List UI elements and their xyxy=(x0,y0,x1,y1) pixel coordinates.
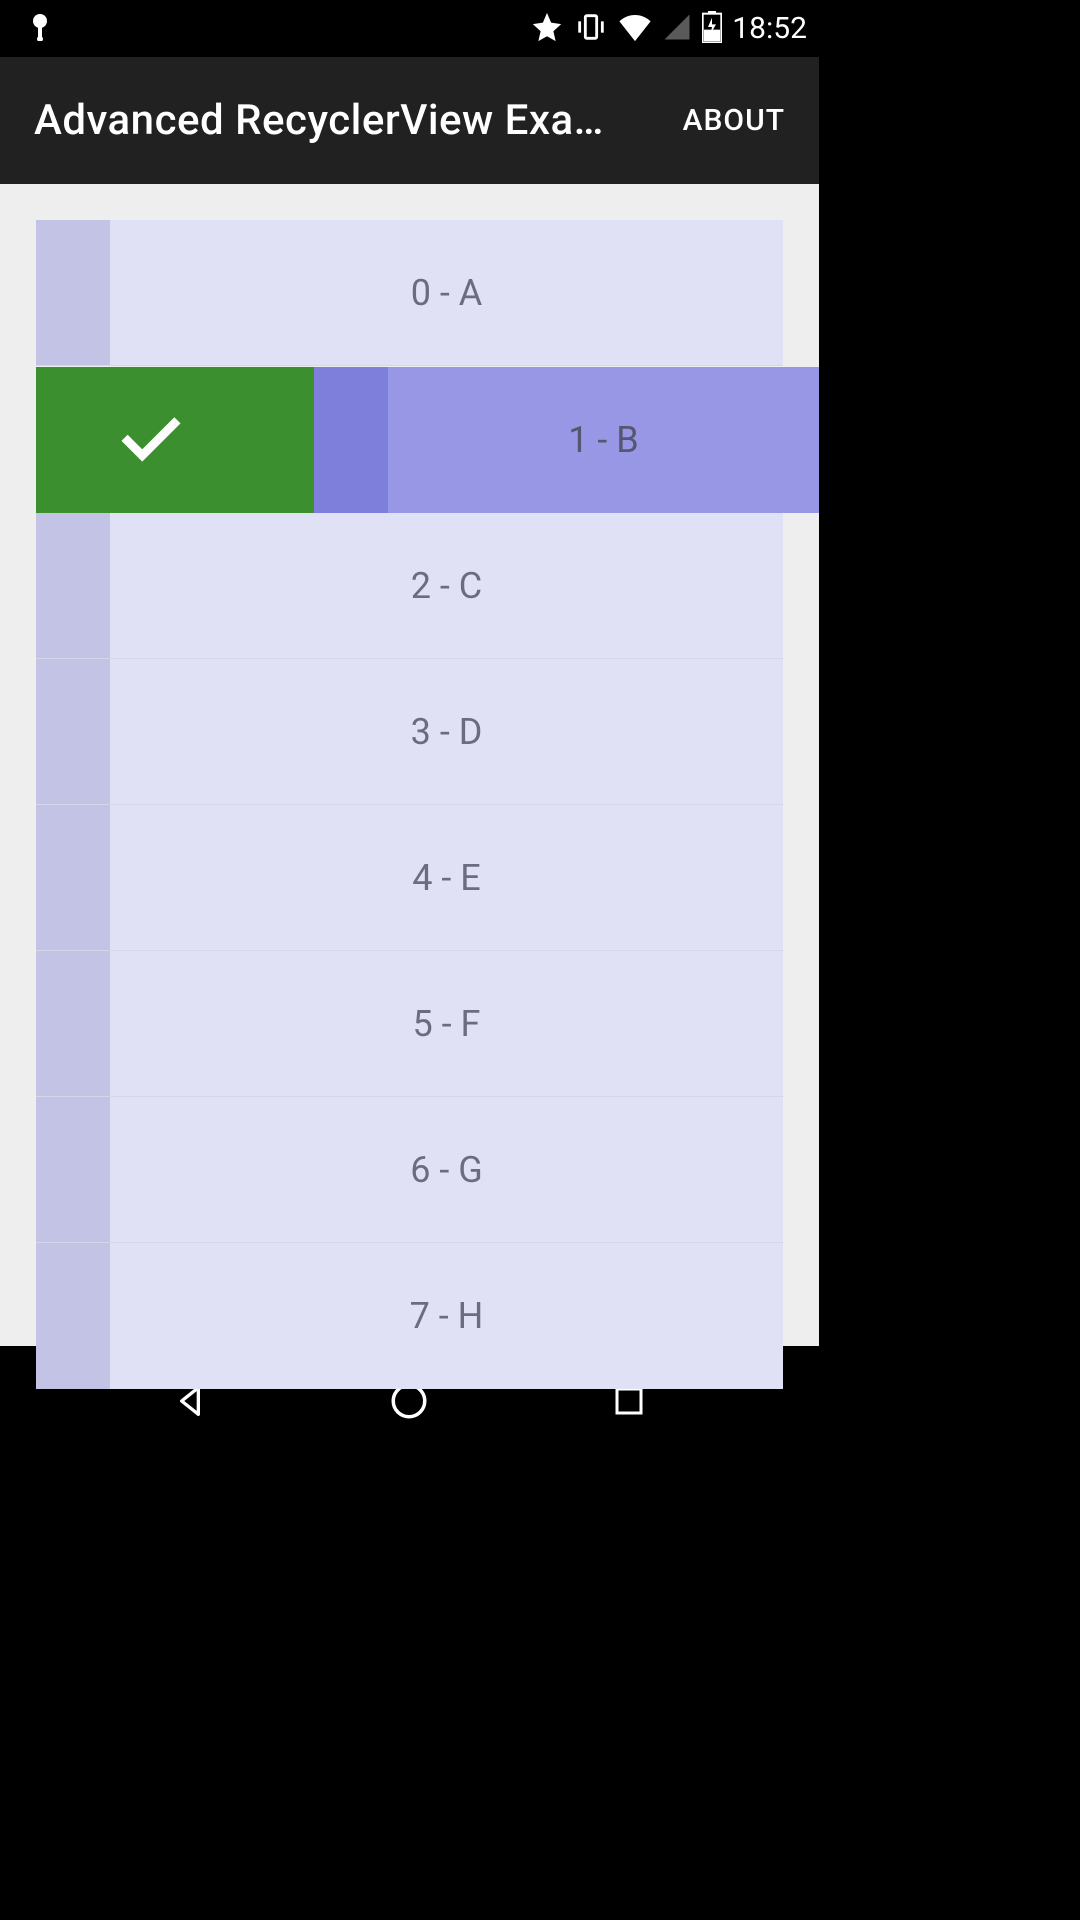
item-body[interactable]: 1 - B xyxy=(388,367,819,513)
drag-handle[interactable] xyxy=(36,1097,110,1242)
status-bar: 18:52 xyxy=(0,0,819,57)
list-item[interactable]: 4 - E xyxy=(36,805,783,951)
about-button[interactable]: ABOUT xyxy=(683,103,785,138)
app-bar: Advanced RecyclerView Exa… ABOUT xyxy=(0,57,819,184)
list-item[interactable]: 2 - C xyxy=(36,513,783,659)
signal-icon xyxy=(662,12,692,46)
item-body[interactable]: 4 - E xyxy=(110,805,783,950)
item-body[interactable]: 5 - F xyxy=(110,951,783,1096)
page-title: Advanced RecyclerView Exa… xyxy=(34,96,604,145)
drag-handle[interactable] xyxy=(314,367,388,513)
drag-handle[interactable] xyxy=(36,513,110,658)
drag-handle[interactable] xyxy=(36,1243,110,1389)
content-area: 0 - A 2 - C 3 - D 4 - E 5 - F xyxy=(0,184,819,1346)
star-icon xyxy=(530,10,564,48)
item-body[interactable]: 6 - G xyxy=(110,1097,783,1242)
item-body[interactable]: 7 - H xyxy=(110,1243,783,1389)
item-label: 0 - A xyxy=(411,272,483,314)
item-label: 3 - D xyxy=(411,711,483,753)
drag-handle[interactable] xyxy=(36,220,110,365)
check-icon xyxy=(116,403,186,477)
item-label: 1 - B xyxy=(568,419,638,461)
battery-charging-icon xyxy=(702,11,722,47)
item-label: 5 - F xyxy=(413,1003,481,1045)
list-item[interactable]: 3 - D xyxy=(36,659,783,805)
status-time: 18:52 xyxy=(732,11,811,46)
wifi-icon xyxy=(618,12,652,46)
item-body[interactable]: 0 - A xyxy=(110,220,783,365)
item-label: 7 - H xyxy=(410,1295,484,1337)
item-label: 2 - C xyxy=(411,565,482,607)
list-item[interactable]: 0 - A xyxy=(36,220,783,366)
list-item[interactable]: 5 - F xyxy=(36,951,783,1097)
item-body[interactable]: 2 - C xyxy=(110,513,783,658)
item-label: 4 - E xyxy=(412,857,481,899)
swipe-action-complete[interactable] xyxy=(36,367,314,513)
list-item[interactable]: 1 - B xyxy=(314,367,819,513)
drag-handle[interactable] xyxy=(36,951,110,1096)
vibrate-icon xyxy=(574,10,608,48)
item-label: 6 - G xyxy=(410,1149,483,1191)
drag-handle[interactable] xyxy=(36,805,110,950)
drag-handle[interactable] xyxy=(36,659,110,804)
list-item[interactable]: 7 - H xyxy=(36,1243,783,1389)
item-body[interactable]: 3 - D xyxy=(110,659,783,804)
debug-icon xyxy=(28,13,52,45)
list-item[interactable]: 6 - G xyxy=(36,1097,783,1243)
list-item-swiped[interactable]: 1 - B xyxy=(36,367,819,513)
